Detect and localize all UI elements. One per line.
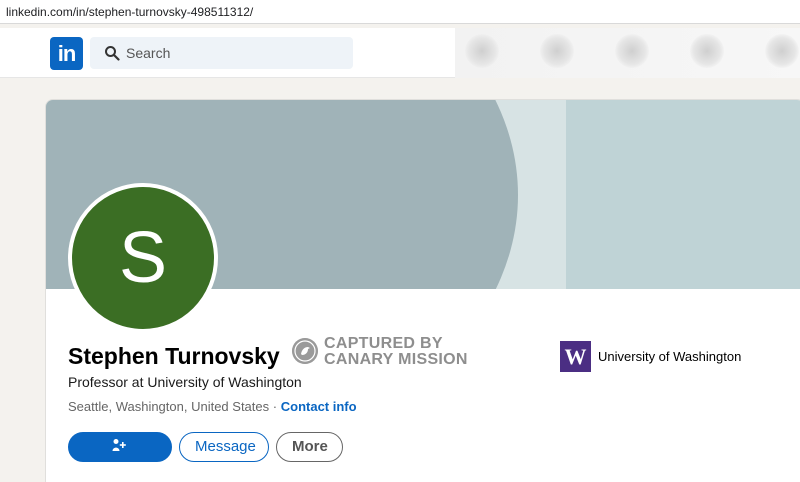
search-box[interactable] (90, 37, 353, 69)
more-button[interactable]: More (276, 432, 343, 462)
blurred-nav-icon[interactable] (615, 34, 649, 68)
contact-info-link[interactable]: Contact info (281, 399, 357, 414)
blurred-nav-icon[interactable] (690, 34, 724, 68)
school-name: University of Washington (598, 349, 742, 364)
url-text: linkedin.com/in/stephen-turnovsky-498511… (6, 5, 254, 19)
location-text: Seattle, Washington, United States (68, 399, 270, 414)
profile-card: S Stephen Turnovsky CAPTURED BY CANARY M… (45, 99, 800, 482)
linkedin-logo[interactable]: in (50, 37, 83, 70)
university-logo: W (560, 341, 591, 372)
search-input[interactable] (126, 37, 346, 69)
top-navigation: in (0, 28, 800, 78)
location-line: Seattle, Washington, United States · Con… (68, 399, 357, 414)
blurred-nav-icons (455, 28, 800, 78)
address-bar[interactable]: linkedin.com/in/stephen-turnovsky-498511… (0, 0, 800, 24)
profile-name: Stephen Turnovsky (68, 343, 280, 369)
stamp-line-2: CANARY MISSION (324, 351, 468, 368)
separator-dot: · (272, 399, 278, 414)
connect-label: Connect (90, 464, 150, 481)
message-button[interactable]: Message (179, 432, 269, 462)
connect-button[interactable]: Connect (68, 432, 172, 481)
canary-bird-icon (292, 338, 318, 364)
blurred-nav-icon[interactable] (765, 34, 799, 68)
blurred-nav-icon[interactable] (465, 34, 499, 68)
profile-headline: Professor at University of Washington (68, 374, 302, 390)
blurred-nav-icon[interactable] (540, 34, 574, 68)
avatar[interactable]: S (68, 183, 218, 333)
stamp-line-1: CAPTURED BY (324, 335, 443, 352)
add-person-icon (112, 439, 126, 451)
search-icon (105, 46, 120, 61)
